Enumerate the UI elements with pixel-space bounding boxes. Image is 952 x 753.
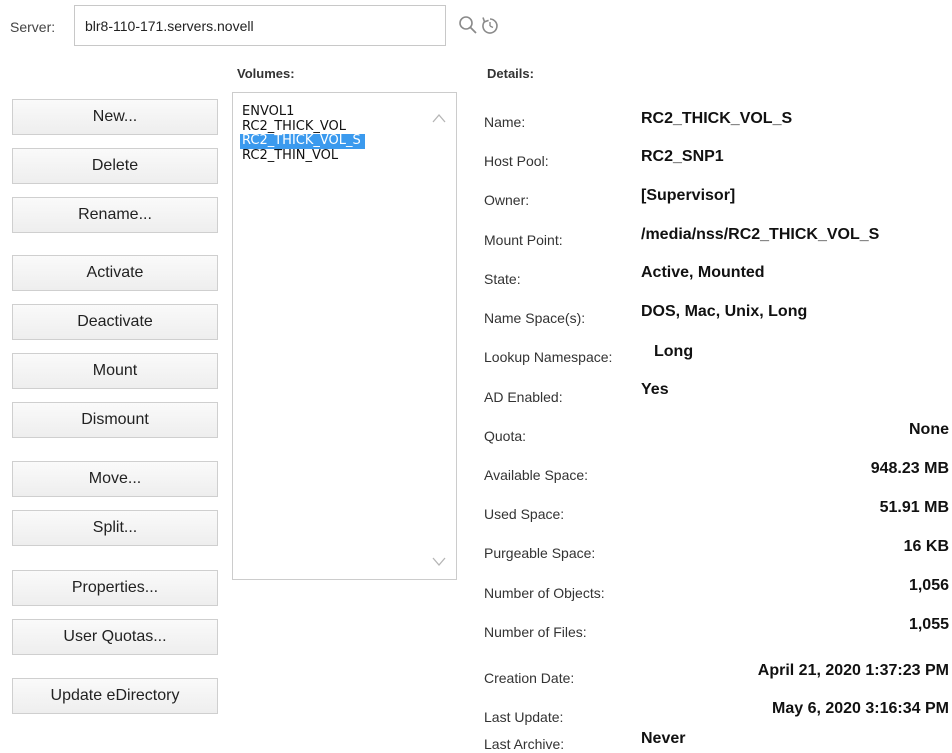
volumes-list[interactable]: ENVOL1 RC2_THICK_VOL RC2_THICK_VOL_S RC2… [232, 92, 457, 580]
detail-available-space-label: Available Space: [484, 467, 589, 483]
user-quotas-button[interactable]: User Quotas... [12, 619, 218, 655]
detail-used-space-value: 51.91 MB [879, 499, 949, 516]
detail-last-archive-label: Last Archive: [484, 736, 565, 752]
detail-state-label: State: [484, 271, 521, 287]
volume-item[interactable]: ENVOL1 [240, 104, 365, 120]
detail-mount-point-label: Mount Point: [484, 232, 563, 248]
move-button[interactable]: Move... [12, 461, 218, 497]
split-button[interactable]: Split... [12, 510, 218, 546]
new-button[interactable]: New... [12, 99, 218, 135]
mount-button[interactable]: Mount [12, 353, 218, 389]
server-label: Server: [10, 19, 56, 35]
rename-button[interactable]: Rename... [12, 197, 218, 233]
scroll-up-icon[interactable] [432, 113, 446, 123]
detail-host-pool-value: RC2_SNP1 [641, 148, 724, 165]
detail-number-of-files-label: Number of Files: [484, 624, 587, 640]
detail-used-space-label: Used Space: [484, 506, 565, 522]
detail-creation-date-value: April 21, 2020 1:37:23 PM [757, 662, 949, 679]
detail-last-update-label: Last Update: [484, 709, 564, 725]
volumes-header: Volumes: [237, 66, 295, 81]
detail-name-label: Name: [484, 114, 526, 130]
scroll-down-icon[interactable] [432, 557, 446, 567]
detail-ad-enabled-value: Yes [641, 381, 669, 398]
detail-state-value: Active, Mounted [641, 264, 765, 281]
detail-ad-enabled-label: AD Enabled: [484, 389, 563, 405]
detail-name-spaces-value: DOS, Mac, Unix, Long [641, 303, 808, 320]
delete-button[interactable]: Delete [12, 148, 218, 184]
detail-quota-value: None [909, 421, 949, 438]
detail-name-value: RC2_THICK_VOL_S [641, 110, 793, 127]
detail-mount-point-value: /media/nss/RC2_THICK_VOL_S [641, 226, 880, 243]
search-icon[interactable] [457, 14, 479, 36]
volume-item[interactable]: RC2_THIN_VOL [240, 148, 365, 164]
detail-quota-label: Quota: [484, 428, 527, 444]
detail-number-of-objects-value: 1,056 [908, 577, 949, 594]
detail-owner-value: [Supervisor] [641, 187, 736, 204]
detail-last-update-value: May 6, 2020 3:16:34 PM [772, 700, 949, 717]
detail-lookup-namespace-label: Lookup Namespace: [484, 349, 613, 365]
nss-volumes-page: Server: Volumes: Details: New... Delete … [0, 0, 952, 753]
detail-name-spaces-label: Name Space(s): [484, 310, 586, 326]
details-header: Details: [487, 66, 534, 81]
detail-creation-date-label: Creation Date: [484, 670, 575, 686]
update-edirectory-button[interactable]: Update eDirectory [12, 678, 218, 714]
deactivate-button[interactable]: Deactivate [12, 304, 218, 340]
properties-button[interactable]: Properties... [12, 570, 218, 606]
detail-number-of-objects-label: Number of Objects: [484, 585, 605, 601]
volume-item-selected[interactable]: RC2_THICK_VOL_S [240, 133, 365, 149]
refresh-icon[interactable] [479, 14, 501, 36]
detail-available-space-value: 948.23 MB [870, 460, 949, 477]
volumes-items: ENVOL1 RC2_THICK_VOL RC2_THICK_VOL_S RC2… [240, 104, 365, 164]
detail-number-of-files-value: 1,055 [908, 616, 949, 633]
detail-last-archive-value: Never [641, 730, 686, 747]
detail-host-pool-label: Host Pool: [484, 153, 549, 169]
server-input[interactable] [74, 5, 446, 46]
detail-lookup-namespace-value: Long [654, 343, 694, 360]
detail-owner-label: Owner: [484, 192, 530, 208]
detail-purgeable-space-label: Purgeable Space: [484, 545, 596, 561]
dismount-button[interactable]: Dismount [12, 402, 218, 438]
activate-button[interactable]: Activate [12, 255, 218, 291]
volume-item[interactable]: RC2_THICK_VOL [240, 119, 365, 135]
detail-purgeable-space-value: 16 KB [903, 538, 949, 555]
